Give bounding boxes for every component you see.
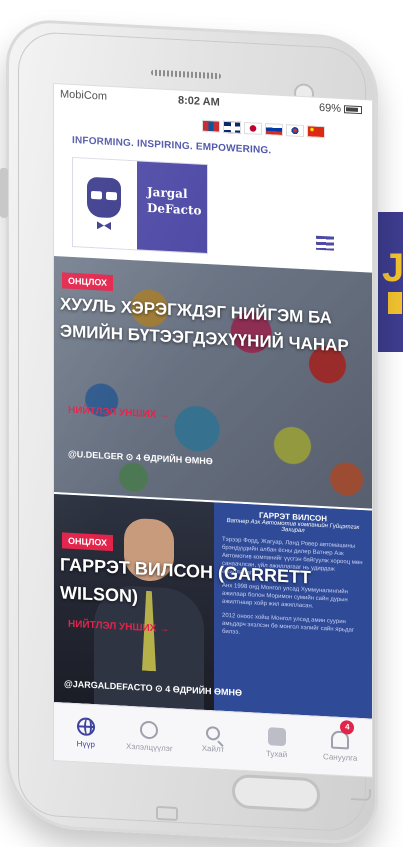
nav-home[interactable]: Нүүр	[54, 703, 118, 763]
logo-mark	[73, 157, 137, 250]
author-link[interactable]: @U.DELGER	[68, 449, 123, 462]
hamburger-menu-icon[interactable]	[316, 235, 334, 251]
chat-icon	[140, 720, 159, 740]
language-flags	[202, 119, 325, 140]
nav-discussion[interactable]: Хэлэлцүүлэг	[118, 706, 182, 766]
flag-china-icon[interactable]	[307, 125, 325, 139]
nav-label: Нүүр	[76, 739, 95, 750]
globe-icon	[76, 717, 95, 737]
logo-wordmark: Jargal DeFacto	[137, 161, 207, 254]
battery-indicator: 69%	[319, 102, 362, 116]
battery-icon	[344, 105, 362, 115]
article-card[interactable]: ОНЦЛОХ ХУУЛЬ ХЭРЭГЖДЭГ НИЙГЭМ БА ЭМИЙН Б…	[54, 256, 372, 509]
clock-icon: ⊙	[155, 683, 166, 694]
flag-mongolia-icon[interactable]	[202, 119, 220, 133]
logo-glasses-icon	[91, 190, 102, 200]
flag-russia-icon[interactable]	[265, 123, 283, 137]
carrier-label: MobiCom	[60, 88, 108, 103]
nav-label: Сануулга	[322, 752, 358, 763]
flag-japan-icon[interactable]	[244, 121, 262, 135]
nav-about[interactable]: Тухай	[245, 713, 309, 773]
promo-mark	[388, 292, 402, 314]
battery-percent: 69%	[318, 101, 341, 116]
home-button[interactable]	[232, 773, 320, 813]
search-icon	[205, 725, 220, 741]
phone-screen: MobiCom 8:02 AM 69% INFORMING. INSPIRING…	[54, 84, 372, 777]
site-logo[interactable]: Jargal DeFacto	[72, 156, 208, 255]
notification-badge: 4	[340, 720, 355, 735]
promo-letter: J	[382, 246, 403, 290]
about-icon	[267, 727, 286, 747]
clock: 8:02 AM	[178, 94, 220, 109]
category-badge[interactable]: ОНЦЛОХ	[62, 532, 114, 552]
site-tagline: INFORMING. INSPIRING. EMPOWERING.	[72, 134, 272, 157]
nav-notifications[interactable]: 4 Сануулга	[308, 716, 372, 776]
side-button	[0, 167, 8, 219]
category-badge[interactable]: ОНЦЛОХ	[62, 272, 114, 292]
bowtie-icon	[97, 221, 111, 230]
recent-apps-key[interactable]	[351, 788, 371, 802]
flag-korea-icon[interactable]	[286, 124, 304, 138]
nav-label: Хэлэлцүүлэг	[126, 741, 173, 754]
logo-glasses-icon	[106, 191, 117, 201]
flag-uk-icon[interactable]	[223, 120, 241, 134]
clock-icon: ⊙	[125, 451, 136, 463]
logo-line-2: DeFacto	[147, 200, 202, 218]
article-card[interactable]: ГАРРЭТ ВИЛСОН Ватнер Азк Автомотив компа…	[54, 494, 372, 719]
nav-label: Тухай	[265, 749, 288, 760]
app-mockup: J MobiCom 8:02 AM 69% INFORMING. INSPIRI…	[0, 0, 403, 847]
back-key[interactable]	[156, 805, 178, 822]
nav-search[interactable]: Хайлт	[181, 710, 245, 770]
